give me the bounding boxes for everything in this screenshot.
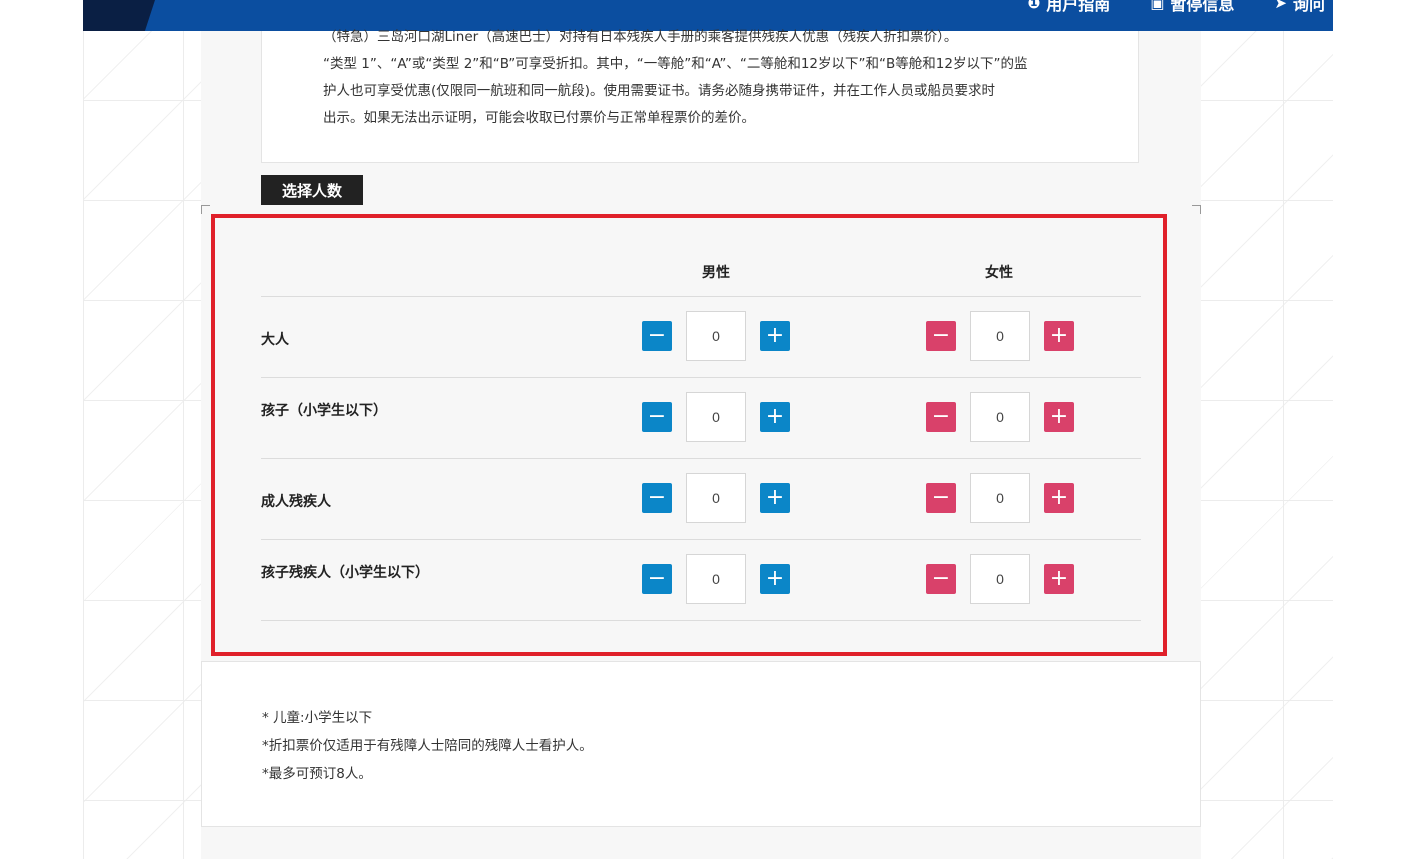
notes-list: * 儿童:小学生以下 *折扣票价仅适用于有残障人士陪同的残障人士看护人。 *最多… <box>262 704 593 788</box>
notice-line: “类型 1”、“A”或“类型 2”和“B”可享受折扣。其中，“一等舱”和“A”、… <box>323 56 1028 72</box>
nav-inquiry-label: 询问 <box>1292 0 1325 14</box>
notice-line: 护人也可享受优惠(仅限同一航班和同一航段)。使用需要证书。请务必随身携带证件，并… <box>323 83 996 99</box>
notice-line: （特急）三岛河口湖Liner（高速巴士）对持有日本残疾人手册的乘客提供残疾人优惠… <box>323 29 958 45</box>
highlight-box <box>211 214 1167 656</box>
note-item: *最多可预订8人。 <box>262 766 372 782</box>
nav-user-guide-label: 用户指南 <box>1046 0 1111 14</box>
top-nav: ❶ 用户指南 ▣ 暂停信息 ➤ 询问 <box>1027 0 1325 15</box>
discount-notice-text: （特急）三岛河口湖Liner（高速巴士）对持有日本残疾人手册的乘客提供残疾人优惠… <box>323 24 1083 132</box>
nav-suspension-info-label: 暂停信息 <box>1170 0 1235 14</box>
notes-box: * 儿童:小学生以下 *折扣票价仅适用于有残障人士陪同的残障人士看护人。 *最多… <box>201 661 1201 827</box>
header-logo-area <box>83 0 155 31</box>
discount-notice-box: （特急）三岛河口湖Liner（高速巴士）对持有日本残疾人手册的乘客提供残疾人优惠… <box>261 29 1139 163</box>
nav-suspension-info[interactable]: ▣ 暂停信息 <box>1150 0 1234 15</box>
info-icon: ❶ <box>1027 0 1041 12</box>
bus-icon: ▣ <box>1150 0 1165 12</box>
nav-user-guide[interactable]: ❶ 用户指南 <box>1027 0 1110 15</box>
select-passengers-heading: 选择人数 <box>261 175 363 205</box>
nav-inquiry[interactable]: ➤ 询问 <box>1274 0 1325 15</box>
frame-corner <box>1192 205 1201 214</box>
notice-line: 出示。如果无法出示证明，可能会收取已付票价与正常单程票价的差价。 <box>323 110 755 126</box>
note-item: *折扣票价仅适用于有残障人士陪同的残障人士看护人。 <box>262 738 593 754</box>
frame-corner <box>201 205 210 214</box>
send-icon: ➤ <box>1274 0 1287 12</box>
note-item: * 儿童:小学生以下 <box>262 710 373 726</box>
